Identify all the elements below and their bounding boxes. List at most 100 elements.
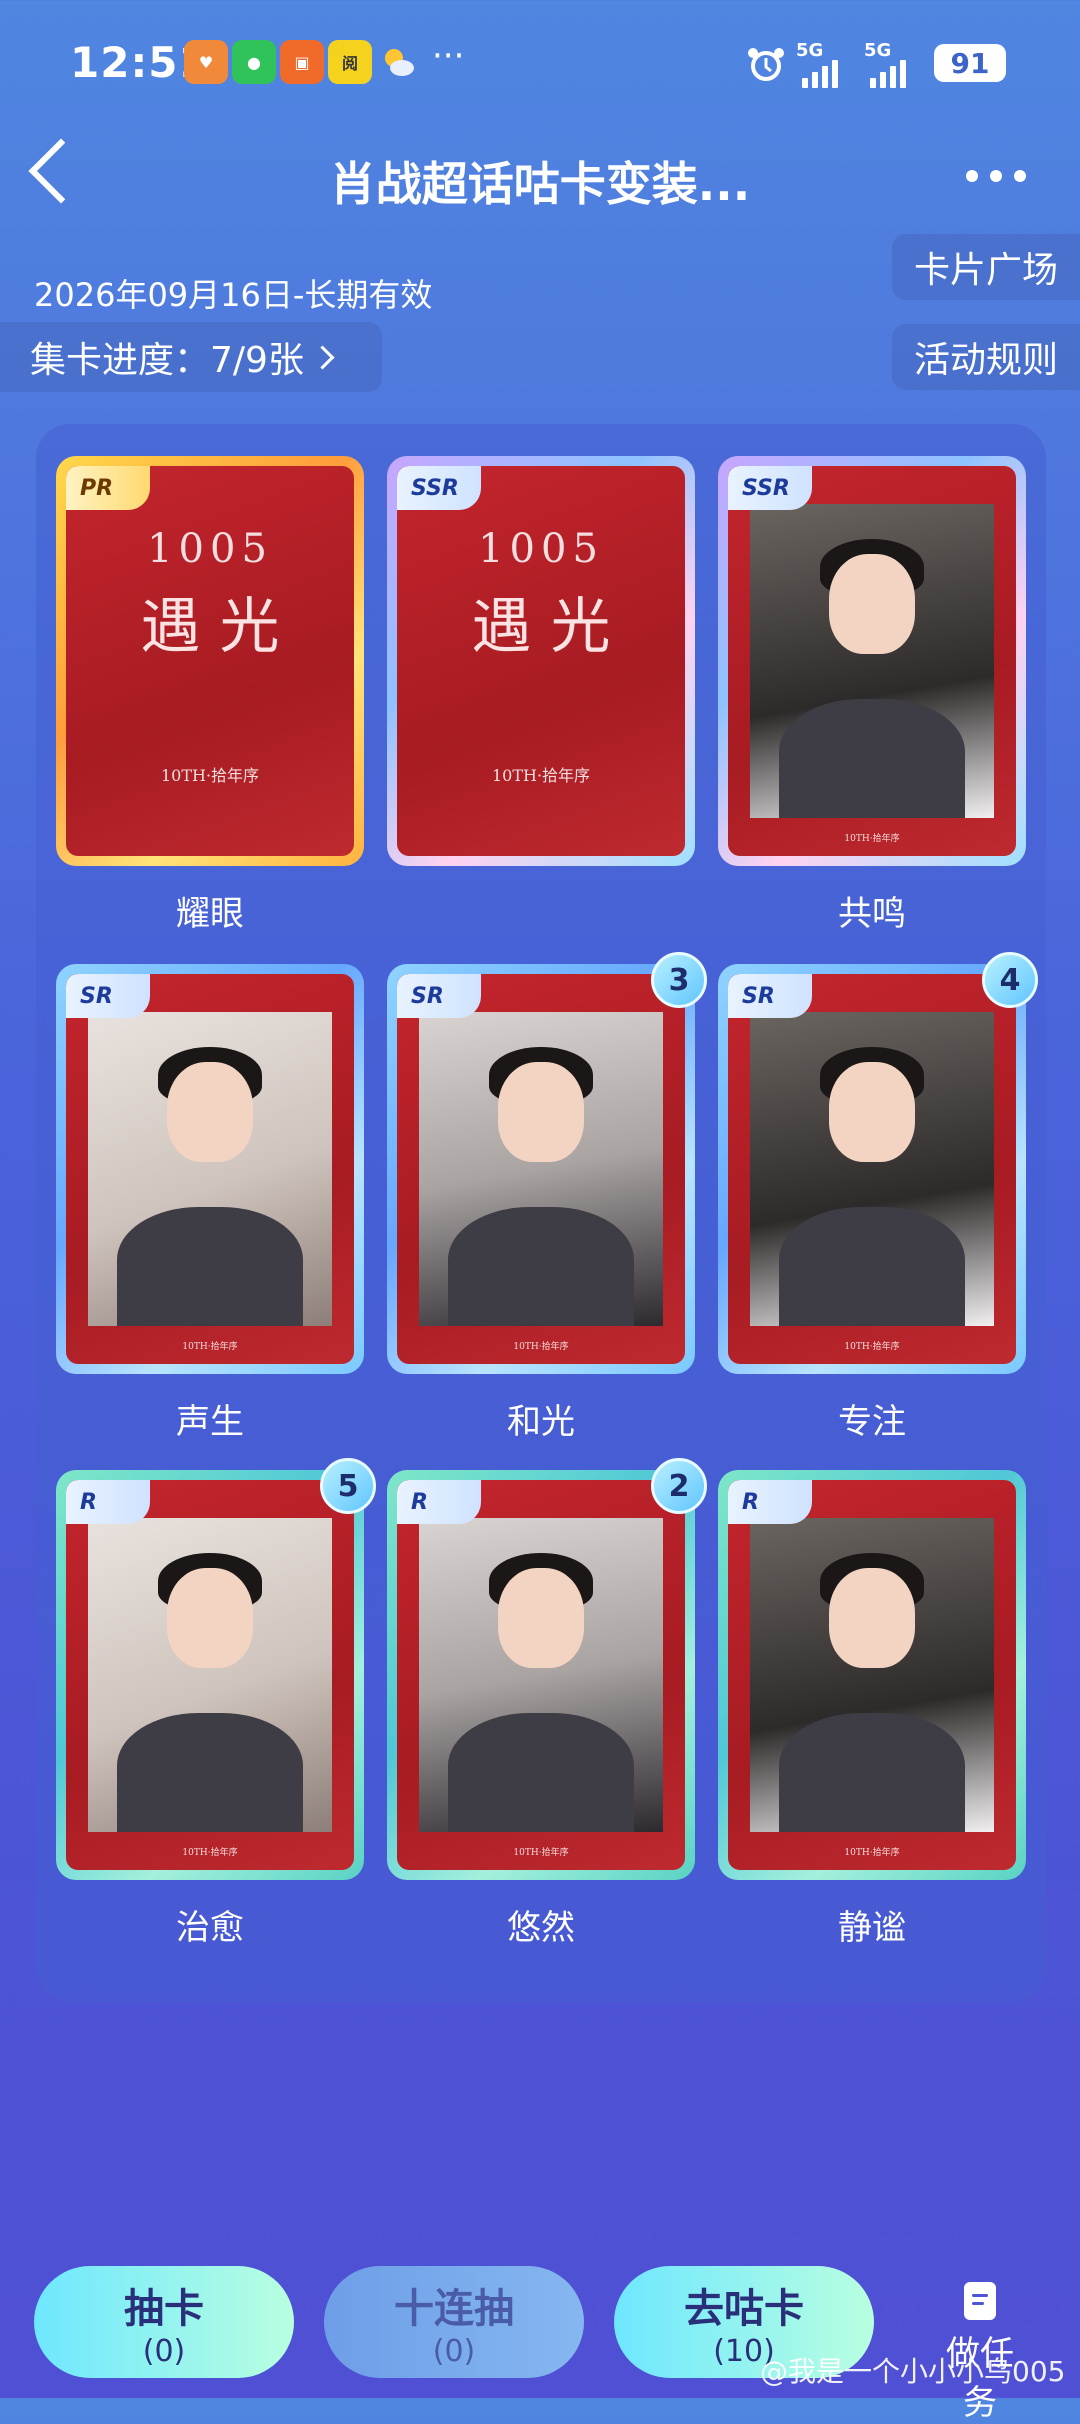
poster-title: 遇 光 — [140, 592, 280, 662]
card-5[interactable]: SR 10TH·拾年序 3 — [387, 952, 707, 1374]
card-face: SSR 10TH·拾年序 — [728, 466, 1016, 856]
card-photo — [419, 1012, 663, 1326]
reading-app-icon: 阅 — [328, 40, 372, 84]
card-footer-text: 10TH·拾年序 — [844, 1342, 900, 1352]
card-label: 静谧 — [838, 1908, 906, 1948]
person-head — [498, 1062, 584, 1163]
chevron-right-icon — [310, 344, 335, 370]
person-body — [779, 1206, 965, 1326]
red-envelope-icon: ▣ — [280, 40, 324, 84]
rarity-badge: SSR — [397, 466, 481, 510]
card-count-badge: 3 — [651, 952, 707, 1008]
card-footer-text: 10TH·拾年序 — [182, 1342, 238, 1352]
card-photo — [750, 1012, 994, 1326]
battery-indicator: 91 — [934, 44, 1006, 82]
card-2[interactable]: SSR 1005 遇 光 10TH·拾年序 — [387, 456, 695, 866]
poster-subtitle: 10TH·拾年序 — [491, 766, 591, 785]
rarity-badge: SR — [66, 974, 150, 1018]
draw-card-label: 抽卡 — [124, 2285, 204, 2332]
card-grid-panel: PR 1005 遇 光 10TH·拾年序 耀眼 SSR 1005 遇 光 10TH·拾年序 SSR… — [36, 424, 1046, 2002]
draw-card-count: (0) — [142, 2333, 186, 2369]
weather-icon — [376, 40, 420, 84]
card-count-badge: 5 — [320, 1458, 376, 1514]
person-body — [117, 1206, 303, 1326]
card-face: R 10TH·拾年序 — [728, 1480, 1016, 1870]
card-photo — [750, 504, 994, 818]
card-label: 和光 — [507, 1402, 575, 1442]
card-footer-text: 10TH·拾年序 — [844, 1848, 900, 1858]
card-3[interactable]: SSR 10TH·拾年序 — [718, 456, 1026, 866]
poster-subtitle: 10TH·拾年序 — [160, 766, 260, 785]
person-head — [498, 1568, 584, 1669]
card-face: SR 10TH·拾年序 — [397, 974, 685, 1364]
rarity-badge: R — [66, 1480, 150, 1524]
card-count-badge: 2 — [651, 1458, 707, 1514]
validity-date: 2026年09月16日-长期有效 — [34, 276, 433, 314]
card-face: PR 1005 遇 光 10TH·拾年序 — [66, 466, 354, 856]
card-9[interactable]: R 10TH·拾年序 — [718, 1470, 1026, 1880]
card-photo — [88, 1518, 332, 1832]
person-head — [167, 1062, 253, 1163]
draw-card-button[interactable]: 抽卡 (0) — [34, 2266, 294, 2378]
person-body — [779, 1712, 965, 1832]
poster-number: 1005 — [147, 526, 273, 572]
card-8[interactable]: R 10TH·拾年序 2 — [387, 1458, 707, 1880]
card-footer-text: 10TH·拾年序 — [182, 1848, 238, 1858]
card-label: 治愈 — [176, 1908, 244, 1948]
signal-icon-2 — [870, 58, 906, 88]
card-face: SR 10TH·拾年序 — [728, 974, 1016, 1364]
card-face: SSR 1005 遇 光 10TH·拾年序 — [397, 466, 685, 856]
more-icon[interactable] — [966, 170, 1026, 182]
poster-title: 遇 光 — [471, 592, 611, 662]
rarity-badge: SR — [397, 974, 481, 1018]
page-title: 肖战超话咕卡变装... — [329, 157, 751, 211]
card-label: 共鸣 — [838, 894, 906, 934]
person-head — [167, 1568, 253, 1669]
card-7[interactable]: R 10TH·拾年序 5 — [56, 1458, 376, 1880]
card-6[interactable]: SR 10TH·拾年序 4 — [718, 952, 1038, 1374]
card-plaza-button[interactable]: 卡片广场 — [892, 234, 1080, 300]
rarity-badge: PR — [66, 466, 150, 510]
card-face: SR 10TH·拾年序 — [66, 974, 354, 1364]
person-body — [117, 1712, 303, 1832]
person-head — [829, 1568, 915, 1669]
alarm-icon — [746, 44, 786, 88]
signal-icon-1 — [802, 58, 838, 88]
overflow-indicator: ··· — [432, 36, 465, 76]
rarity-badge: R — [728, 1480, 812, 1524]
collection-progress[interactable]: 集卡进度：7/9张 — [0, 322, 382, 392]
health-app-icon: ♥ — [184, 40, 228, 84]
progress-label: 集卡进度：7/9张 — [30, 340, 304, 381]
go-guka-label: 去咕卡 — [684, 2285, 804, 2332]
card-label: 耀眼 — [176, 894, 244, 934]
card-photo — [419, 1518, 663, 1832]
card-photo — [88, 1012, 332, 1326]
card-1[interactable]: PR 1005 遇 光 10TH·拾年序 — [56, 456, 364, 866]
ten-draw-label: 十连抽 — [394, 2285, 514, 2332]
rarity-badge: SSR — [728, 466, 812, 510]
watermark: @我是一个小小小鸟005 — [760, 2355, 1066, 2388]
card-label: 专注 — [838, 1402, 906, 1442]
task-icon — [964, 2282, 996, 2320]
poster-number: 1005 — [478, 526, 604, 572]
person-body — [448, 1712, 634, 1832]
card-label: 声生 — [176, 1402, 244, 1442]
card-footer-text: 10TH·拾年序 — [844, 834, 900, 844]
card-label: 悠然 — [507, 1908, 575, 1948]
person-body — [448, 1206, 634, 1326]
card-face: R 10TH·拾年序 — [66, 1480, 354, 1870]
card-photo — [750, 1518, 994, 1832]
card-face: R 10TH·拾年序 — [397, 1480, 685, 1870]
person-body — [779, 698, 965, 818]
rarity-badge: R — [397, 1480, 481, 1524]
rules-button[interactable]: 活动规则 — [892, 324, 1080, 390]
ten-draw-count: (0) — [432, 2333, 476, 2369]
card-4[interactable]: SR 10TH·拾年序 — [56, 964, 364, 1374]
card-count-badge: 4 — [982, 952, 1038, 1008]
person-head — [829, 554, 915, 655]
ten-draw-button[interactable]: 十连抽 (0) — [324, 2266, 584, 2378]
rarity-badge: SR — [728, 974, 812, 1018]
card-footer-text: 10TH·拾年序 — [513, 1342, 569, 1352]
wechat-icon: ● — [232, 40, 276, 84]
card-footer-text: 10TH·拾年序 — [513, 1848, 569, 1858]
